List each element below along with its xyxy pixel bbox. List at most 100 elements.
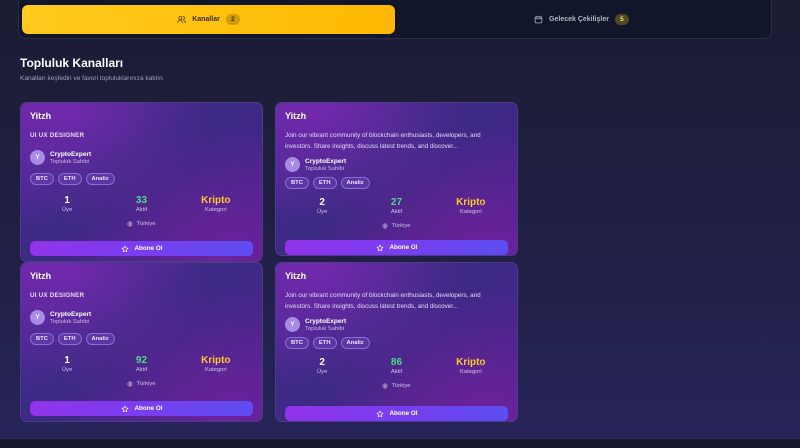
tab-channels-label: Kanallar: [192, 16, 220, 23]
stat-active-label: Aktif: [390, 209, 403, 215]
channel-description: Join our vibrant community of blockchain…: [285, 292, 481, 310]
channel-title: Yitzh: [30, 271, 52, 281]
tag-btc[interactable]: BTC: [30, 333, 54, 345]
subscribe-button-label: Abone Ol: [389, 244, 418, 251]
channel-description: UI UX DESIGNER: [30, 132, 85, 139]
owner-name: CryptoExpert: [305, 317, 347, 325]
stat-category: Kripto Kategori: [434, 197, 508, 215]
stat-category-value: Kripto: [456, 197, 486, 208]
tab-bar: Kanallar 2 Gelecek Çekilişler 5: [18, 0, 772, 39]
channel-card[interactable]: Yitzh UI UX DESIGNER Y CryptoExpert Topl…: [20, 262, 263, 422]
stat-category: Kripto Kategori: [179, 195, 253, 213]
tab-upcoming-draws[interactable]: Gelecek Çekilişler 5: [395, 5, 768, 34]
avatar: Y: [30, 150, 45, 165]
stat-members-label: Üye: [62, 207, 73, 213]
tag-eth[interactable]: ETH: [312, 177, 337, 189]
stat-category-label: Kategori: [205, 367, 227, 373]
subscribe-button[interactable]: Abone Ol: [30, 401, 253, 416]
globe-icon: [382, 383, 388, 389]
channel-owner: Y CryptoExpert Topluluk Sahibi: [285, 317, 508, 332]
calendar-icon: [534, 15, 543, 24]
stat-active-label: Aktif: [135, 367, 148, 373]
stat-category: Kripto Kategori: [434, 357, 508, 375]
tag-eth[interactable]: ETH: [57, 173, 82, 185]
stat-members-value: 1: [64, 355, 70, 366]
stat-category-label: Kategori: [460, 209, 482, 215]
tag-eth[interactable]: ETH: [312, 337, 337, 349]
tab-channels-count: 2: [225, 14, 240, 25]
tag-btc[interactable]: BTC: [30, 173, 54, 185]
tag-analiz[interactable]: Analiz: [85, 333, 115, 345]
tag-btc[interactable]: BTC: [285, 177, 309, 189]
stat-category-value: Kripto: [456, 357, 486, 368]
subscribe-button[interactable]: Abone Ol: [285, 240, 508, 255]
page-subtitle: Kanalları keşfedin ve favori topluluklar…: [20, 75, 163, 82]
stat-members-value: 2: [319, 197, 325, 208]
owner-role: Topluluk Sahibi: [50, 158, 89, 165]
tag-list: BTC ETH Analiz: [285, 177, 508, 189]
stat-active-value: 27: [390, 197, 403, 208]
page-title: Topluluk Kanalları: [20, 56, 124, 70]
avatar: Y: [30, 310, 45, 325]
stat-members: 2 Üye: [285, 357, 359, 375]
channel-card[interactable]: Yitzh UI UX DESIGNER Y CryptoExpert Topl…: [20, 102, 263, 262]
stat-members: 1 Üye: [30, 355, 104, 373]
globe-icon: [382, 223, 388, 229]
subscribe-button-label: Abone Ol: [134, 245, 163, 252]
tag-list: BTC ETH Analiz: [285, 337, 508, 349]
channel-description: UI UX DESIGNER: [30, 292, 85, 299]
subscribe-button[interactable]: Abone Ol: [30, 241, 253, 256]
channel-stats: 2 Üye 86 Aktif Kripto Kategori: [285, 357, 508, 375]
stat-members: 1 Üye: [30, 195, 104, 213]
stat-category-label: Kategori: [205, 207, 227, 213]
stat-category-label: Kategori: [460, 369, 482, 375]
channel-card[interactable]: Yitzh Join our vibrant community of bloc…: [275, 102, 518, 256]
stat-active: 86 Aktif: [359, 357, 433, 375]
owner-name: CryptoExpert: [50, 150, 92, 158]
channel-owner: Y CryptoExpert Topluluk Sahibi: [30, 310, 253, 325]
country-label: Türkiye: [391, 383, 411, 389]
channel-country: Türkiye: [285, 383, 508, 389]
subscribe-button-label: Abone Ol: [389, 410, 418, 417]
tab-upcoming-draws-label: Gelecek Çekilişler: [549, 16, 609, 23]
subscribe-button[interactable]: Abone Ol: [285, 406, 508, 421]
tag-btc[interactable]: BTC: [285, 337, 309, 349]
country-label: Türkiye: [391, 223, 411, 229]
owner-role: Topluluk Sahibi: [305, 165, 344, 172]
stat-members-label: Üye: [62, 367, 73, 373]
tag-analiz[interactable]: Analiz: [85, 173, 115, 185]
star-icon: [121, 405, 128, 412]
stat-members: 2 Üye: [285, 197, 359, 215]
stat-active-value: 92: [135, 355, 148, 366]
footer-divider: [0, 438, 800, 448]
owner-name: CryptoExpert: [305, 157, 347, 165]
users-icon: [177, 16, 186, 24]
stat-category: Kripto Kategori: [179, 355, 253, 373]
star-icon: [376, 244, 383, 251]
globe-icon: [127, 221, 133, 227]
avatar: Y: [285, 157, 300, 172]
subscribe-button-label: Abone Ol: [134, 405, 163, 412]
stat-active-label: Aktif: [390, 369, 403, 375]
owner-role: Topluluk Sahibi: [50, 318, 89, 325]
channel-card[interactable]: Yitzh Join our vibrant community of bloc…: [275, 262, 518, 422]
stat-active-value: 86: [390, 357, 403, 368]
channel-country: Türkiye: [285, 223, 508, 229]
tag-analiz[interactable]: Analiz: [340, 337, 370, 349]
channel-stats: 1 Üye 92 Aktif Kripto Kategori: [30, 355, 253, 373]
channel-stats: 2 Üye 27 Aktif Kripto Kategori: [285, 197, 508, 215]
stat-active: 92 Aktif: [104, 355, 178, 373]
channel-stats: 1 Üye 33 Aktif Kripto Kategori: [30, 195, 253, 213]
tab-upcoming-draws-count: 5: [614, 14, 629, 25]
channel-description: Join our vibrant community of blockchain…: [285, 132, 481, 150]
channel-owner: Y CryptoExpert Topluluk Sahibi: [30, 150, 253, 165]
stat-active: 27 Aktif: [359, 197, 433, 215]
channel-country: Türkiye: [30, 381, 253, 387]
stat-members-value: 1: [64, 195, 70, 206]
channel-owner: Y CryptoExpert Topluluk Sahibi: [285, 157, 508, 172]
tag-analiz[interactable]: Analiz: [340, 177, 370, 189]
tab-channels[interactable]: Kanallar 2: [22, 5, 395, 34]
tag-eth[interactable]: ETH: [57, 333, 82, 345]
globe-icon: [127, 381, 133, 387]
stat-category-value: Kripto: [201, 195, 231, 206]
